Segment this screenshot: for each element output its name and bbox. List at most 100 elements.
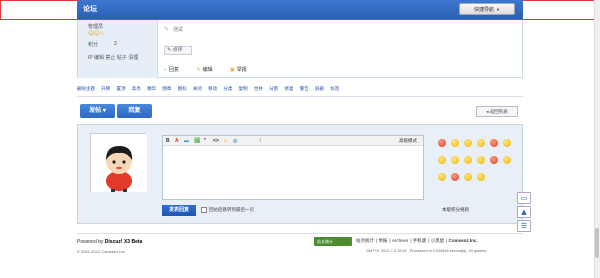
smiley-icon[interactable] <box>464 139 472 147</box>
footer-link[interactable]: Archiver <box>392 238 409 243</box>
checkbox-label: 回帖后跳转到最后一页 <box>209 207 254 212</box>
smiley-icon[interactable] <box>451 173 459 181</box>
stats-badge[interactable]: 站长统计 <box>314 237 352 246</box>
reply-icon: ◐ <box>164 67 168 73</box>
smiley-icon[interactable] <box>477 156 485 164</box>
mod-link[interactable]: 修复 <box>284 86 293 91</box>
mod-link[interactable]: 移动 <box>208 86 217 91</box>
post-area: 管理员 ☺☺☆ 积分 3 IP 编辑 禁止 帖子 清理 ✎ 测试 ✎ 点评 ◐ 回… <box>77 20 523 78</box>
at-icon[interactable]: ◎ <box>233 138 237 144</box>
avatar <box>90 133 147 192</box>
mod-link[interactable]: 置顶 <box>117 86 126 91</box>
footer-link[interactable]: Comsenz Inc. <box>449 238 478 243</box>
moderation-bar: 删除主题 升降 置顶 高亮 精华 图章 图标 关闭 移动 分类 复制 合并 分割… <box>77 86 523 92</box>
jump-last-page-checkbox[interactable] <box>201 207 207 213</box>
mod-link[interactable]: 精华 <box>147 86 156 91</box>
smiley-icon[interactable] <box>438 173 446 181</box>
reply-button[interactable]: 回复 <box>117 104 152 118</box>
powered-by: Powered by Discuz! X3 Beta <box>77 239 143 245</box>
smiley-palette <box>438 139 518 190</box>
mod-link[interactable]: 警告 <box>300 86 309 91</box>
post-content: 测试 <box>173 27 184 33</box>
forum-label[interactable]: 论坛 <box>83 4 97 14</box>
brand-link[interactable]: Discuz! X3 Beta <box>105 239 143 245</box>
smiley-icon[interactable] <box>464 173 472 181</box>
author-panel: 管理员 ☺☺☆ 积分 3 IP 编辑 禁止 帖子 清理 <box>78 20 158 78</box>
mod-link[interactable]: 图标 <box>178 86 187 91</box>
attachment-icon[interactable]: ⌇ <box>259 138 261 144</box>
font-color-icon[interactable]: A <box>175 138 179 144</box>
image-icon[interactable]: 🖼 <box>194 138 200 144</box>
scrollbar-thumb[interactable] <box>595 228 599 258</box>
score-label: 积分 <box>88 42 99 48</box>
edit-action[interactable]: ✎ 编辑 <box>196 67 220 73</box>
pencil-icon: ✎ <box>164 26 170 33</box>
rank-stars-icon: ☺☺☆ <box>88 30 105 37</box>
editor-toolbar: B A ▬ 🖼 " <> ☺ ◎ ⌇ 高级模式 <box>163 136 423 146</box>
link-icon[interactable]: ▬ <box>184 138 189 144</box>
mod-link[interactable]: 标签 <box>330 86 339 91</box>
quicknav-label: 快捷导航 <box>474 7 495 13</box>
smiley-icon[interactable] <box>490 139 498 147</box>
reply-editor[interactable]: B A ▬ 🖼 " <> ☺ ◎ ⌇ 高级模式 <box>162 135 424 200</box>
post-actions: ◐ 回复 ✎ 编辑 ▣ 举报 <box>164 66 263 73</box>
mod-link[interactable]: 高亮 <box>132 86 141 91</box>
smiley-icon[interactable] <box>464 156 472 164</box>
cartoon-avatar-icon <box>91 134 147 192</box>
edit-icon: ✎ <box>196 67 201 73</box>
mod-link[interactable]: 复制 <box>239 86 248 91</box>
smiley-icon[interactable] <box>503 139 511 147</box>
quicknav-button[interactable]: 快捷导航 ▼ <box>459 3 515 15</box>
smiley-icon[interactable] <box>438 156 446 164</box>
smiley-icon[interactable] <box>477 139 485 147</box>
mod-link[interactable]: 分类 <box>223 86 232 91</box>
list-float-button[interactable]: ☰ <box>517 220 531 232</box>
new-post-button[interactable]: 发帖 ▾ <box>80 104 115 118</box>
reply-action[interactable]: ◐ 回复 <box>164 67 187 73</box>
smiley-icon[interactable]: ☺ <box>223 138 228 144</box>
footer-link[interactable]: 站点统计 <box>356 238 374 243</box>
smiley-icon[interactable] <box>451 156 459 164</box>
chevron-down-icon: ▾ <box>102 108 106 114</box>
footer-links: 站点统计 | 举报 | Archiver | 手机版 | 小黑屋 | Comsenz In… <box>356 238 478 243</box>
mod-link[interactable]: 分割 <box>269 86 278 91</box>
divider <box>77 96 523 97</box>
processing-info: GMT+8, 2012-7-3 15:43 , Processed in 0.0… <box>366 249 489 253</box>
smiley-icon[interactable] <box>451 139 459 147</box>
mod-link[interactable]: 合并 <box>254 86 263 91</box>
score-rules-link[interactable]: 本版积分规则 <box>442 207 469 213</box>
mod-link[interactable]: 升降 <box>101 86 110 91</box>
quote-icon[interactable]: " <box>204 138 206 144</box>
footer-link[interactable]: 小黑屋 <box>431 238 445 243</box>
score-value: 3 <box>114 41 117 47</box>
back-to-top-button[interactable]: ▲ <box>517 206 531 218</box>
bold-icon[interactable]: B <box>166 138 170 144</box>
admin-links[interactable]: IP 编辑 禁止 帖子 清理 <box>88 54 138 61</box>
comment-icon: ✎ <box>167 47 172 53</box>
footer-divider <box>77 233 523 234</box>
mod-link[interactable]: 关闭 <box>193 86 202 91</box>
copyright: © 2001-2012 Comsenz Inc. <box>77 249 126 254</box>
advanced-mode-link[interactable]: 高级模式 <box>399 138 417 144</box>
mod-link[interactable]: 图章 <box>162 86 171 91</box>
smiley-icon[interactable] <box>503 156 511 164</box>
mod-link[interactable]: 屏蔽 <box>315 86 324 91</box>
smiley-icon[interactable] <box>490 156 498 164</box>
back-to-list-button[interactable]: ◂ 返回列表 <box>476 106 518 117</box>
chevron-down-icon: ▼ <box>496 7 500 12</box>
mod-link[interactable]: 删除主题 <box>77 86 95 91</box>
footer-link[interactable]: 举报 <box>378 238 387 243</box>
chat-icon: ▭ <box>520 194 528 202</box>
report-action[interactable]: ▣ 举报 <box>230 67 255 73</box>
smiley-icon[interactable] <box>438 139 446 147</box>
comment-button[interactable]: ✎ 点评 <box>164 46 192 55</box>
quick-reply-panel: B A ▬ 🖼 " <> ☺ ◎ ⌇ 高级模式 发表回复 回帖后跳转到最后一页 … <box>77 124 523 224</box>
reply-float-button[interactable]: ▭ <box>517 192 531 204</box>
code-icon[interactable]: <> <box>213 138 219 144</box>
list-icon: ☰ <box>520 222 528 230</box>
footer-link[interactable]: 手机版 <box>413 238 427 243</box>
report-icon: ▣ <box>230 67 235 73</box>
smiley-icon[interactable] <box>477 173 485 181</box>
comment-label: 点评 <box>172 47 183 53</box>
submit-reply-button[interactable]: 发表回复 <box>162 205 196 216</box>
